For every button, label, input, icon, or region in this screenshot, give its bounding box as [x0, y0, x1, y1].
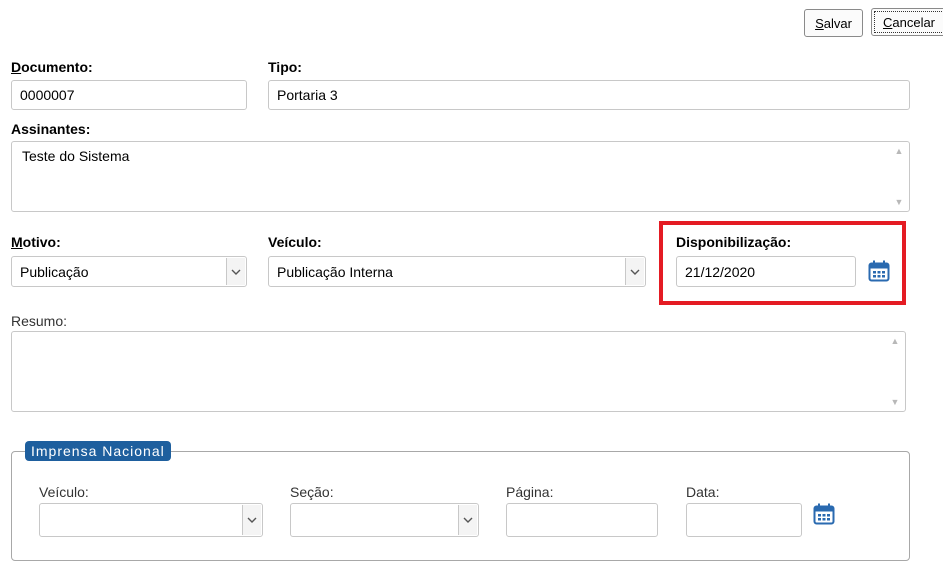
- assinantes-value: Teste do Sistema: [22, 148, 130, 164]
- chevron-down-icon[interactable]: [242, 505, 261, 535]
- motivo-select[interactable]: Publicação: [11, 256, 247, 287]
- resumo-textarea[interactable]: ▲ ▼: [11, 331, 906, 412]
- resumo-scrollbar[interactable]: ▲ ▼: [887, 334, 903, 409]
- cancel-label: ancelar: [892, 14, 936, 30]
- motivo-value: Publicação: [20, 263, 89, 280]
- imprensa-secao-label: Seção:: [290, 484, 334, 500]
- documento-value: 0000007: [20, 87, 75, 103]
- assinantes-textarea[interactable]: Teste do Sistema ▲ ▼: [11, 141, 910, 212]
- documento-label-text: ocumento:: [21, 59, 93, 75]
- documento-field[interactable]: 0000007: [11, 80, 247, 110]
- scroll-up-icon[interactable]: ▲: [887, 334, 903, 348]
- motivo-label: Motivo:: [11, 234, 61, 250]
- chevron-down-icon[interactable]: [458, 505, 477, 535]
- resumo-label: Resumo:: [11, 313, 68, 329]
- calendar-icon[interactable]: [868, 260, 890, 282]
- imprensa-data-label: Data:: [686, 484, 720, 500]
- tipo-field[interactable]: Portaria 3: [268, 80, 910, 110]
- imprensa-legend: Imprensa Nacional: [25, 441, 171, 461]
- scroll-down-icon[interactable]: ▼: [891, 195, 907, 209]
- imprensa-secao-select[interactable]: [290, 503, 479, 537]
- tipo-label: Tipo:: [268, 59, 302, 75]
- calendar-icon[interactable]: [813, 503, 835, 525]
- tipo-value: Portaria 3: [277, 87, 338, 103]
- chevron-down-icon[interactable]: [625, 258, 644, 285]
- motivo-accel: M: [11, 234, 23, 250]
- imprensa-pagina-label: Página:: [506, 484, 554, 500]
- veiculo-value: Publicação Interna: [277, 263, 393, 280]
- imprensa-data-field[interactable]: [686, 503, 802, 537]
- documento-label: Documento:: [11, 59, 93, 75]
- save-label: alvar: [823, 15, 852, 31]
- veiculo-select[interactable]: Publicação Interna: [268, 256, 646, 287]
- imprensa-veiculo-select[interactable]: [39, 503, 263, 537]
- chevron-down-icon[interactable]: [226, 258, 245, 285]
- motivo-label-text: otivo:: [22, 234, 61, 250]
- disponibilizacao-label: Disponibilização:: [676, 234, 792, 250]
- documento-accel: D: [11, 59, 22, 75]
- cancel-accel: C: [882, 14, 893, 30]
- cancel-button[interactable]: Cancelar: [871, 8, 943, 36]
- assinantes-scrollbar[interactable]: ▲ ▼: [891, 144, 907, 209]
- scroll-down-icon[interactable]: ▼: [887, 395, 903, 409]
- save-accel: S: [815, 15, 824, 31]
- assinantes-label: Assinantes:: [11, 121, 91, 137]
- imprensa-pagina-field[interactable]: [506, 503, 658, 537]
- veiculo-label: Veículo:: [268, 234, 322, 250]
- disponibilizacao-value: 21/12/2020: [685, 263, 756, 280]
- disponibilizacao-field[interactable]: 21/12/2020: [676, 256, 856, 287]
- imprensa-veiculo-label: Veículo:: [39, 484, 89, 500]
- scroll-up-icon[interactable]: ▲: [891, 144, 907, 158]
- save-button[interactable]: Salvar: [804, 9, 863, 37]
